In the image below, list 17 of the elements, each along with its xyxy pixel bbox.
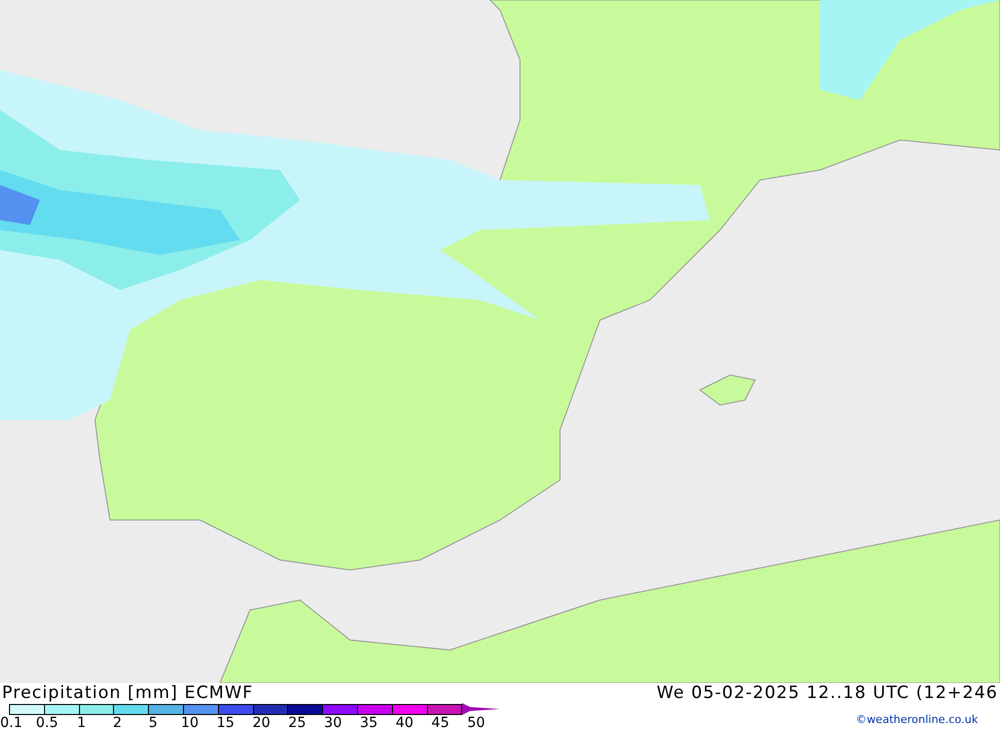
scale-label: 1 [77,715,86,731]
scale-label: 2 [112,715,122,731]
scale-label: 5 [148,715,158,731]
scale-label: 10 [180,715,199,731]
legend-title: Precipitation [mm] ECMWF [1,683,254,703]
scale-label: 45 [431,715,450,731]
valid-time: We 05-02-2025 12..18 UTC (12+246 [656,683,999,703]
scale-label: 15 [216,715,234,731]
scale-label: 50 [467,715,486,731]
scale-label: 20 [252,715,270,731]
scale-label: 35 [360,715,378,731]
scale-label: 0.1 [0,715,22,731]
scale-label: 40 [396,715,414,731]
scale-label: 25 [288,715,306,731]
scale-label: 30 [324,715,342,731]
credit-link[interactable]: ©weatheronline.co.uk [856,713,978,726]
scale-label: 0.5 [36,715,58,731]
